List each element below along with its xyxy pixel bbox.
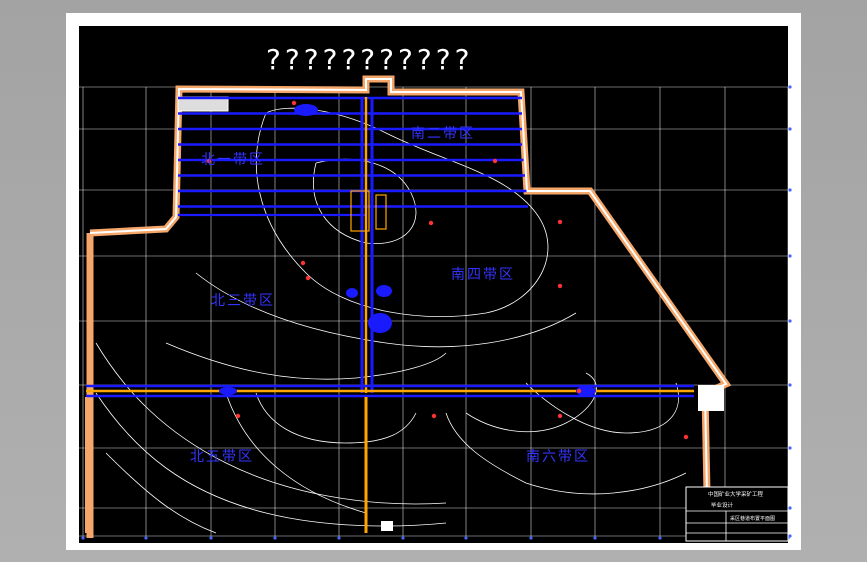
title-block-project: 毕业设计 [711,501,734,509]
grid-tick-bottom [658,536,662,540]
borehole-marker [557,283,563,289]
borehole-marker [557,219,563,225]
equipment-chamber [368,313,392,333]
grid-tick-right [788,534,792,538]
borehole-marker [683,434,689,440]
grid-tick-right [788,383,792,387]
grid-tick-bottom [464,536,468,540]
borehole-marker [557,413,563,419]
zone-label-north-1: 北一带区 [201,152,265,168]
borehole-marker [428,220,434,226]
grid-tick-bottom [529,536,533,540]
grid-tick-bottom [401,536,405,540]
equipment-chamber [376,285,392,297]
grid-tick-bottom [144,536,148,540]
grid-tick-bottom [273,536,277,540]
grid-tick-bottom [337,536,341,540]
grid-tick-bottom [81,536,85,540]
borehole-marker [291,100,297,106]
borehole-marker [235,413,241,419]
title-block-company: 中国矿业大学采矿工程 [708,490,764,498]
cad-viewport: 北一带区 南二带区北三带区 南四带区北五带区 南六带区 ??????????? 中国矿… [0,0,867,562]
drawing-sheet: 北一带区 南二带区北三带区 南四带区北五带区 南六带区 ??????????? 中国矿… [66,13,801,550]
grid-tick-right [788,254,792,258]
grid-tick-right [788,506,792,510]
borehole-marker [492,158,498,164]
title-block: 中国矿业大学采矿工程 毕业设计 采区巷道布置平面图 [685,486,789,542]
equipment-chamber [294,104,318,116]
grid-tick-bottom [209,536,213,540]
borehole-marker [431,413,437,419]
boundary-notch-bottom [381,521,393,531]
borehole-marker [576,388,582,394]
grid-tick-right [788,446,792,450]
title-block-drawing-name: 采区巷道布置平面图 [730,515,775,522]
zone-label-south-2: 南二带区 [411,126,475,142]
grid-tick-right [788,319,792,323]
grid-tick-right [788,188,792,192]
drawing-title: ??????????? [266,43,473,76]
grid-tick-right [788,127,792,131]
boundary-notch [698,385,724,411]
equipment-chamber [219,387,237,395]
borehole-marker [300,260,306,266]
zone-label-south-6: 南六带区 [526,449,590,465]
grid-tick-right [788,85,792,89]
zone-label-north-5: 北五带区 [190,449,254,465]
zone-label-south-4: 南四带区 [451,267,515,283]
borehole-marker [305,275,311,281]
grid-tick-bottom [593,536,597,540]
drawing-canvas[interactable]: 北一带区 南二带区北三带区 南四带区北五带区 南六带区 ??????????? 中国矿… [66,13,801,550]
zone-label-north-3: 北三带区 [211,293,275,309]
equipment-chamber [346,288,358,298]
